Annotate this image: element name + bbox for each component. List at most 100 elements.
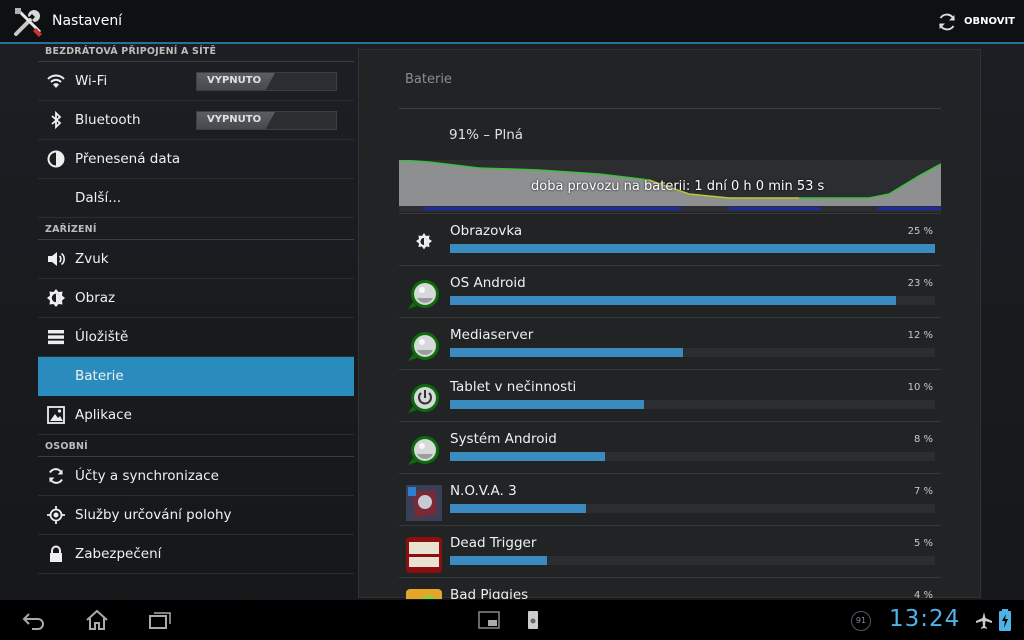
android-os-icon [408,436,439,465]
battery-panel: Baterie 91% – Plná doba provozu na bater… [358,49,981,599]
sidebar-item-label: Baterie [75,368,124,384]
sidebar-item-label: Další... [75,190,122,206]
usage-row-screen[interactable]: Obrazovka 25 % [399,213,941,265]
usage-bar-fill [450,556,547,565]
usage-app-name: Mediaserver [450,327,534,343]
brightness-icon [47,289,65,307]
usage-row-android-os[interactable]: OS Android 23 % [399,265,941,317]
settings-list: BEZDRÁTOVÁ PŘIPOJENÍ A SÍTĚ Wi-Fi VYPNUT… [38,44,354,600]
usage-row-mediaserver[interactable]: Mediaserver 12 % [399,317,941,369]
sidebar-item-storage[interactable]: Úložiště [38,318,354,357]
speaker-icon [48,252,65,266]
usage-percent: 10 % [907,382,933,393]
usage-bar-track [450,244,935,253]
header-divider [399,108,941,109]
system-navigation-bar: 91 [0,600,1024,640]
sidebar-item-label: Bluetooth [75,112,141,128]
usage-bar-fill [450,400,644,409]
sidebar-item-label: Wi-Fi [75,73,108,89]
usb-debugging-icon [528,611,538,629]
sidebar-item-sound[interactable]: Zvuk [38,240,354,279]
sidebar-item-security[interactable]: Zabezpečení [38,535,354,574]
usage-bar-track [450,400,935,409]
sidebar-item-label: Zvuk [75,251,109,267]
usage-app-name: Systém Android [450,431,557,447]
brightness-icon [416,233,432,250]
settings-tools-icon[interactable] [12,6,44,38]
usage-bar-fill [450,296,897,305]
usage-row-nova3[interactable]: N.O.V.A. 3 7 % [399,473,941,525]
section-header-personal: OSOBNÍ [38,437,354,457]
usage-row-android-system[interactable]: Systém Android 8 % [399,421,941,473]
usage-app-name: Dead Trigger [450,535,537,551]
usage-bar-track [450,504,935,513]
wifi-icon [47,74,65,88]
sidebar-item-label: Obraz [75,290,116,306]
home-icon[interactable] [84,608,110,632]
sync-icon [49,468,63,484]
dead-trigger-app-icon [406,537,442,573]
usage-app-name: N.O.V.A. 3 [450,483,517,499]
usage-app-name: Bad Piggies [450,587,529,599]
usage-bar-track [450,296,935,305]
bad-piggies-app-icon [406,589,442,599]
sidebar-item-wifi[interactable]: Wi-Fi VYPNUTO [38,62,354,101]
screen-mirror-icon[interactable] [476,608,502,632]
sidebar-item-data-usage[interactable]: Přenesená data [38,140,354,179]
recent-apps-icon[interactable] [146,608,174,632]
usage-app-name: Tablet v nečinnosti [450,379,577,395]
refresh-button[interactable]: OBNOVIT [932,0,1024,44]
refresh-icon [939,13,955,31]
status-clock: 13:24 [889,606,961,632]
usage-row-dead-trigger[interactable]: Dead Trigger 5 % [399,525,941,577]
battery-usage-list: Obrazovka 25 % OS Android 23 % Mediaserv… [399,213,941,599]
battery-level-badge: 91 [851,611,871,631]
usage-app-name: OS Android [450,275,526,291]
usage-percent: 4 % [913,590,933,599]
sidebar-item-display[interactable]: Obraz [38,279,354,318]
section-header-device: ZAŘÍZENÍ [38,220,354,240]
sidebar-item-location[interactable]: Služby určování polohy [38,496,354,535]
usage-bar-track [450,348,935,357]
android-os-icon [408,332,439,361]
wifi-toggle[interactable]: VYPNUTO [196,72,337,91]
apps-icon [47,406,65,424]
refresh-label: OBNOVIT [964,16,1016,27]
toggle-state-label: VYPNUTO [207,114,262,125]
lock-icon [50,545,62,562]
usage-bar-track [450,556,935,565]
location-icon [47,506,65,524]
sidebar-item-battery[interactable]: Baterie [38,357,354,396]
sidebar-item-bluetooth[interactable]: Bluetooth VYPNUTO [38,101,354,140]
settings-screen: Nastavení OBNOVIT BEZDRÁTOVÁ PŘIPOJENÍ A… [0,0,1024,640]
nova3-app-icon [406,485,442,521]
battery-uptime-label: doba provozu na baterii: 1 dní 0 h 0 min… [531,179,825,194]
sidebar-item-label: Úložiště [75,329,129,345]
power-icon [408,384,439,413]
action-bar: Nastavení OBNOVIT [0,0,1024,44]
page-title: Nastavení [52,13,123,29]
usage-row-tablet-idle[interactable]: Tablet v nečinnosti 10 % [399,369,941,421]
usage-row-bad-piggies[interactable]: Bad Piggies 4 % [399,577,941,599]
sidebar-item-label: Služby určování polohy [75,507,232,523]
sidebar-item-label: Účty a synchronizace [75,468,219,484]
battery-charging-icon [999,609,1011,631]
usage-percent: 5 % [913,538,933,549]
sidebar-item-more[interactable]: Další... [38,179,354,218]
usage-percent: 8 % [913,434,933,445]
sidebar-item-accounts-sync[interactable]: Účty a synchronizace [38,457,354,496]
toggle-state-label: VYPNUTO [207,75,262,86]
usage-bar-fill [450,244,935,253]
sidebar-item-label: Aplikace [75,407,132,423]
usage-app-name: Obrazovka [450,223,523,239]
bluetooth-toggle[interactable]: VYPNUTO [196,111,337,130]
usage-percent: 25 % [907,226,933,237]
usage-percent: 23 % [907,278,933,289]
back-icon[interactable] [20,608,48,632]
bluetooth-icon [51,110,62,130]
sidebar-item-apps[interactable]: Aplikace [38,396,354,435]
battery-header: Baterie [405,72,452,87]
airplane-mode-icon [976,612,992,629]
section-header-wireless: BEZDRÁTOVÁ PŘIPOJENÍ A SÍTĚ [38,44,354,62]
usage-bar-fill [450,348,683,357]
